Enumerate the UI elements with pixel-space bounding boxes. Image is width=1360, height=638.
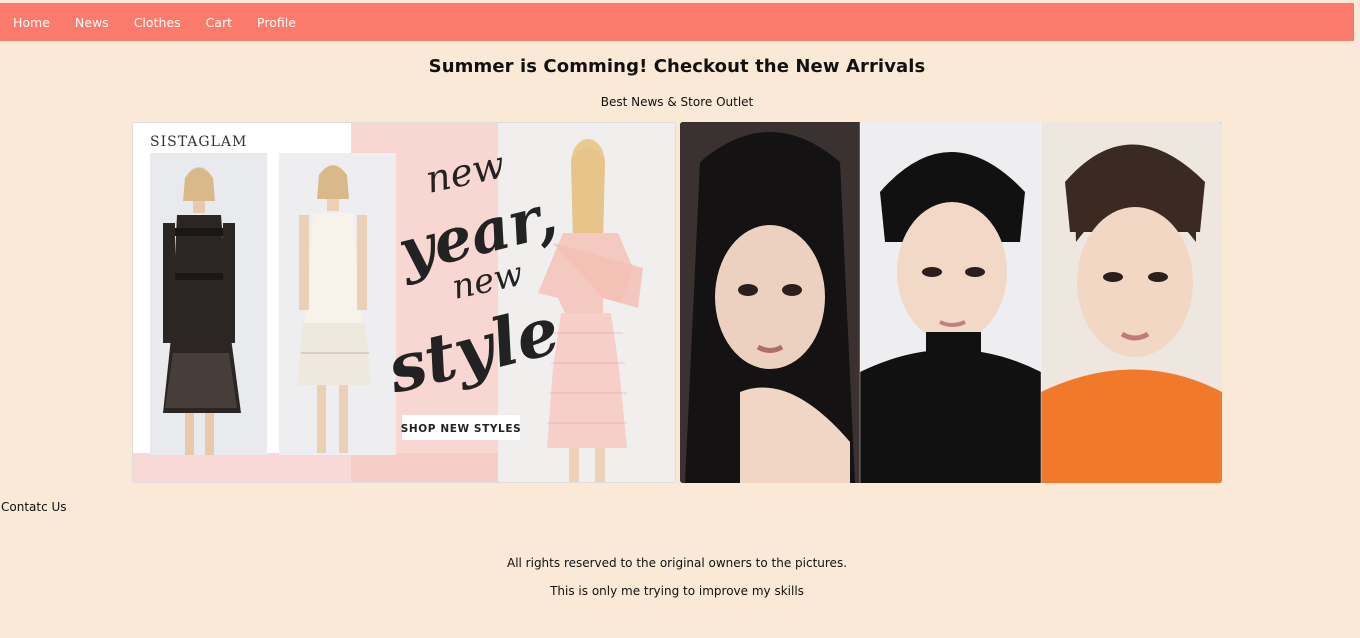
nav-news-link[interactable]: News <box>62 15 121 30</box>
portraits-graphic <box>680 122 1222 483</box>
fashion-promo-image: SISTAGLAM new year, new style. SHOP NEW … <box>132 122 676 483</box>
page-subtitle: Best News & Store Outlet <box>600 95 754 109</box>
footer-rights-text: All rights reserved to the original owne… <box>506 556 848 570</box>
page-title: Summer is Comming! Checkout the New Arri… <box>428 56 926 77</box>
portraits-image <box>680 122 1222 483</box>
nav-profile-link[interactable]: Profile <box>244 15 308 30</box>
nav-home-link[interactable]: Home <box>0 15 62 30</box>
contact-us-label: Contatc Us <box>1 500 67 514</box>
nav-cart-link[interactable]: Cart <box>193 15 244 30</box>
fashion-promo-graphic: SISTAGLAM new year, new style. SHOP NEW … <box>133 123 675 482</box>
nav-clothes-link[interactable]: Clothes <box>121 15 193 30</box>
brand-logo: SISTAGLAM <box>150 134 247 150</box>
footer-note-text: This is only me trying to improve my ski… <box>550 584 804 598</box>
shop-new-styles-label: SHOP NEW STYLES <box>401 423 522 435</box>
top-navbar: Home News Clothes Cart Profile <box>0 3 1354 41</box>
